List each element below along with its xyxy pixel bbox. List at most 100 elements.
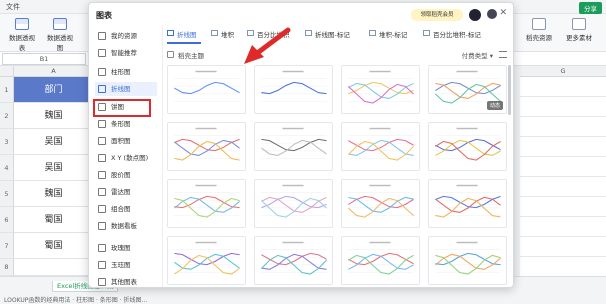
row-header[interactable]: 1 xyxy=(0,77,14,103)
chart-template-card[interactable] xyxy=(341,122,420,171)
template-series-line xyxy=(348,252,414,266)
close-icon[interactable]: ✕ xyxy=(499,8,507,18)
row-header[interactable]: 5 xyxy=(0,181,14,207)
chart-template-card[interactable] xyxy=(167,122,246,171)
table-cell[interactable]: 蜀国 xyxy=(14,207,94,233)
more-chart-icon xyxy=(98,278,106,286)
template-title-line xyxy=(282,241,304,244)
row-header[interactable]: 4 xyxy=(0,155,14,181)
row-header[interactable]: 3 xyxy=(0,129,14,155)
table-cell[interactable]: 魏国 xyxy=(14,103,94,129)
chart-template-card[interactable] xyxy=(341,65,420,114)
tab-percent-stacked-marker[interactable]: 百分比堆积-标记 xyxy=(423,29,481,39)
template-preview xyxy=(261,70,327,102)
active-tab-indicator xyxy=(167,42,201,44)
column-header-a[interactable]: A xyxy=(14,66,94,77)
chart-template-card[interactable] xyxy=(254,236,333,285)
sidebar-item-radar[interactable]: 雷达图 xyxy=(95,185,157,199)
tab-percent-stacked[interactable]: 百分比堆积 xyxy=(247,29,290,39)
chart-template-card[interactable] xyxy=(254,65,333,114)
materials-icon xyxy=(572,18,586,30)
corner-cell[interactable] xyxy=(0,66,14,77)
bar-chart-icon xyxy=(98,68,106,76)
sidebar-item-my-resources[interactable]: 我的资源 xyxy=(95,29,157,43)
sparkle-icon xyxy=(98,49,106,57)
sidebar-item-recommend[interactable]: 智能推荐 xyxy=(95,46,157,60)
chart-template-card[interactable] xyxy=(254,122,333,171)
tab-stacked[interactable]: 堆积 xyxy=(211,29,234,39)
template-title-line xyxy=(456,184,478,187)
row-header[interactable]: 2 xyxy=(0,103,14,129)
template-series-line xyxy=(174,252,240,266)
table-cell[interactable]: 吴国 xyxy=(14,155,94,181)
chart-template-card[interactable] xyxy=(167,65,246,114)
template-series-line xyxy=(174,81,240,95)
sidebar-item-dashboard[interactable]: 数据看板 xyxy=(95,219,157,233)
sidebar-item-line[interactable]: 折线图 xyxy=(95,82,157,96)
table-cell[interactable]: 吴国 xyxy=(14,129,94,155)
pivot-chart-button[interactable]: 数据透视图 xyxy=(46,18,74,52)
scrollbar[interactable] xyxy=(508,65,511,115)
template-preview xyxy=(260,241,327,275)
table-cell[interactable]: 魏国 xyxy=(14,181,94,207)
chart-type-sidebar: 我的资源 智能推荐 柱形图 折线图 饼图 条形图 面积图 X Y (散点图) 股… xyxy=(89,25,163,287)
radar-chart-icon xyxy=(98,188,106,196)
sidebar-item-more[interactable]: 其他图表 xyxy=(95,275,157,287)
chart-template-card[interactable] xyxy=(167,179,246,228)
tab-stacked-marker[interactable]: 堆积-标记 xyxy=(369,29,407,39)
right-columns: G xyxy=(520,66,606,286)
template-preview xyxy=(435,241,501,275)
pivot-chart-icon xyxy=(53,18,67,30)
docer-theme-checkbox[interactable] xyxy=(167,51,174,58)
more-materials-button[interactable]: 更多素材 xyxy=(562,18,596,42)
share-button[interactable]: 分享 xyxy=(579,2,602,14)
template-title-line xyxy=(282,127,304,130)
chart-template-card[interactable] xyxy=(341,236,420,285)
sidebar-item-hbar[interactable]: 条形图 xyxy=(95,117,157,131)
row-header[interactable]: 8 xyxy=(0,259,14,276)
preview-icon[interactable] xyxy=(487,9,497,19)
tab-line[interactable]: 折线图 xyxy=(167,29,197,39)
template-preview xyxy=(174,184,240,218)
chart-template-card[interactable] xyxy=(341,179,420,228)
list-view-icon[interactable] xyxy=(499,51,507,58)
sidebar-item-bar[interactable]: 柱形图 xyxy=(95,65,157,79)
chart-template-card[interactable] xyxy=(167,236,246,285)
sidebar-item-combo[interactable]: 组合图 xyxy=(95,202,157,216)
sidebar-item-stock[interactable]: 股价图 xyxy=(95,168,157,182)
pay-type-dropdown[interactable]: 付费类型 ▾ xyxy=(462,50,493,60)
template-preview xyxy=(261,184,327,218)
scatter-chart-icon xyxy=(98,154,106,162)
sidebar-item-rose[interactable]: 玫瑰图 xyxy=(95,241,157,255)
stacked-marker-icon xyxy=(369,30,376,36)
tab-line-marker[interactable]: 折线图-标记 xyxy=(305,29,350,39)
highlight-box xyxy=(93,99,151,117)
table-cell[interactable] xyxy=(14,259,94,276)
chart-template-card[interactable]: 动态 xyxy=(428,65,507,114)
sidebar-item-area[interactable]: 面积图 xyxy=(95,134,157,148)
column-header-g[interactable]: G xyxy=(520,66,606,77)
chart-template-card[interactable] xyxy=(428,179,507,228)
template-series-line xyxy=(435,138,501,152)
template-title-line xyxy=(369,127,391,130)
file-menu[interactable]: 文件 xyxy=(6,2,20,12)
chart-template-card[interactable] xyxy=(428,236,507,285)
row-header[interactable]: 7 xyxy=(0,233,14,259)
avatar[interactable] xyxy=(469,9,481,21)
sidebar-item-ring[interactable]: 玉珏图 xyxy=(95,258,157,272)
chart-template-card[interactable] xyxy=(428,122,507,171)
stock-chart-icon xyxy=(98,171,106,179)
chart-template-card[interactable] xyxy=(254,179,333,228)
member-promo-button[interactable]: 领取稻壳会员 xyxy=(411,9,463,21)
pivot-table-button[interactable]: 数据透视表 xyxy=(8,18,36,52)
row-header[interactable]: 6 xyxy=(0,207,14,233)
template-title-line xyxy=(195,70,217,73)
name-box[interactable]: B1 xyxy=(2,53,86,65)
template-preview xyxy=(348,70,414,104)
table-cell-header[interactable]: 部门 xyxy=(14,77,94,103)
docer-resources-button[interactable]: 稻壳资源 xyxy=(522,18,556,42)
template-title-line xyxy=(456,127,478,130)
sidebar-item-scatter[interactable]: X Y (散点图) xyxy=(95,151,157,165)
template-title-line xyxy=(456,70,478,73)
table-cell[interactable]: 蜀国 xyxy=(14,233,94,259)
